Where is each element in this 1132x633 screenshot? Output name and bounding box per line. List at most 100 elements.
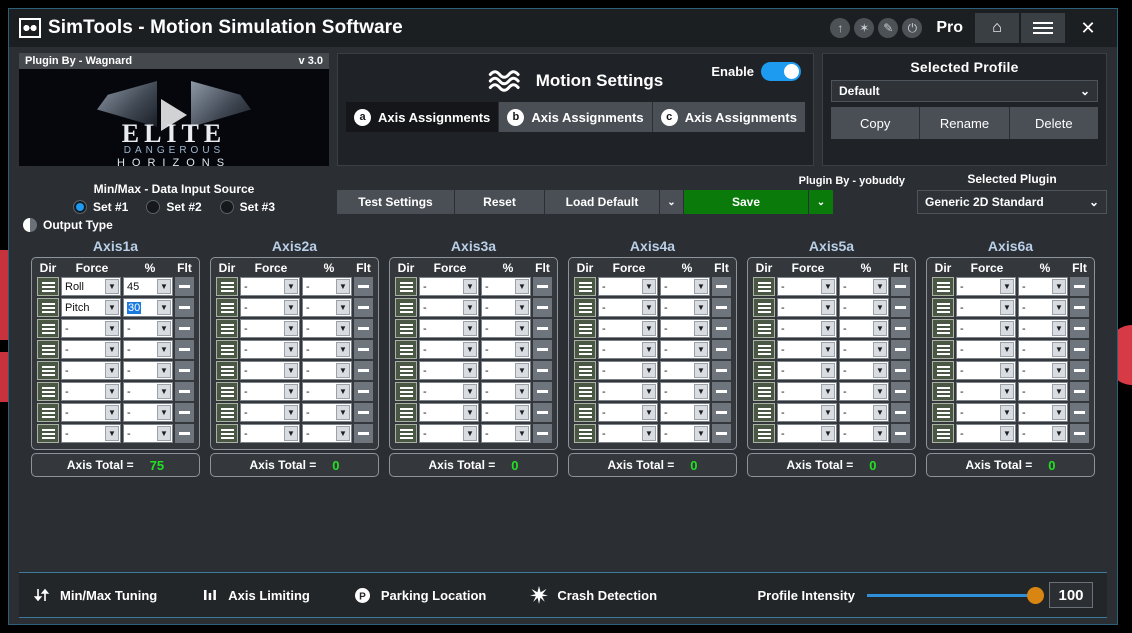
percent-select[interactable]: 45▼: [123, 277, 173, 296]
percent-select[interactable]: -▼: [839, 403, 889, 422]
filter-button[interactable]: [1070, 382, 1089, 401]
percent-chevron-down-icon[interactable]: ▼: [515, 321, 529, 336]
direction-toggle-icon[interactable]: [574, 403, 596, 422]
force-chevron-down-icon[interactable]: ▼: [105, 279, 119, 294]
percent-select[interactable]: -▼: [660, 319, 710, 338]
percent-select[interactable]: -▼: [839, 277, 889, 296]
force-chevron-down-icon[interactable]: ▼: [284, 321, 298, 336]
force-chevron-down-icon[interactable]: ▼: [642, 426, 656, 441]
filter-button[interactable]: [354, 319, 373, 338]
direction-toggle-icon[interactable]: [753, 424, 775, 443]
percent-chevron-down-icon[interactable]: ▼: [873, 342, 887, 357]
force-select[interactable]: -▼: [240, 403, 300, 422]
force-chevron-down-icon[interactable]: ▼: [463, 342, 477, 357]
force-chevron-down-icon[interactable]: ▼: [284, 300, 298, 315]
direction-toggle-icon[interactable]: [216, 403, 238, 422]
force-chevron-down-icon[interactable]: ▼: [642, 321, 656, 336]
percent-select[interactable]: -▼: [123, 361, 173, 380]
filter-button[interactable]: [712, 424, 731, 443]
percent-select[interactable]: -▼: [1018, 277, 1068, 296]
filter-button[interactable]: [354, 403, 373, 422]
filter-button[interactable]: [533, 382, 552, 401]
force-chevron-down-icon[interactable]: ▼: [642, 279, 656, 294]
filter-button[interactable]: [1070, 319, 1089, 338]
percent-chevron-down-icon[interactable]: ▼: [1052, 363, 1066, 378]
percent-chevron-down-icon[interactable]: ▼: [515, 279, 529, 294]
force-select[interactable]: -▼: [598, 298, 658, 317]
percent-select[interactable]: -▼: [302, 382, 352, 401]
percent-chevron-down-icon[interactable]: ▼: [694, 363, 708, 378]
percent-chevron-down-icon[interactable]: ▼: [515, 405, 529, 420]
percent-chevron-down-icon[interactable]: ▼: [694, 342, 708, 357]
force-chevron-down-icon[interactable]: ▼: [1000, 426, 1014, 441]
direction-toggle-icon[interactable]: [395, 340, 417, 359]
force-chevron-down-icon[interactable]: ▼: [821, 363, 835, 378]
direction-toggle-icon[interactable]: [37, 403, 59, 422]
pencil-icon[interactable]: ✎: [878, 18, 898, 38]
force-select[interactable]: -▼: [61, 340, 121, 359]
direction-toggle-icon[interactable]: [37, 298, 59, 317]
force-select[interactable]: -▼: [240, 298, 300, 317]
direction-toggle-icon[interactable]: [395, 424, 417, 443]
force-select[interactable]: -▼: [240, 319, 300, 338]
force-chevron-down-icon[interactable]: ▼: [284, 363, 298, 378]
load-default-button[interactable]: Load Default: [545, 190, 660, 214]
force-select[interactable]: -▼: [598, 277, 658, 296]
percent-select[interactable]: -▼: [839, 319, 889, 338]
direction-toggle-icon[interactable]: [216, 382, 238, 401]
direction-toggle-icon[interactable]: [574, 298, 596, 317]
percent-chevron-down-icon[interactable]: ▼: [873, 300, 887, 315]
percent-select[interactable]: -▼: [839, 298, 889, 317]
close-button[interactable]: ✕: [1067, 13, 1109, 43]
percent-chevron-down-icon[interactable]: ▼: [336, 405, 350, 420]
filter-button[interactable]: [891, 382, 910, 401]
force-select[interactable]: -▼: [240, 382, 300, 401]
force-select[interactable]: -▼: [419, 424, 479, 443]
direction-toggle-icon[interactable]: [37, 424, 59, 443]
force-chevron-down-icon[interactable]: ▼: [642, 300, 656, 315]
force-select[interactable]: -▼: [777, 424, 837, 443]
force-select[interactable]: -▼: [598, 403, 658, 422]
percent-select[interactable]: -▼: [1018, 340, 1068, 359]
force-select[interactable]: Roll▼: [61, 277, 121, 296]
force-chevron-down-icon[interactable]: ▼: [463, 300, 477, 315]
percent-chevron-down-icon[interactable]: ▼: [873, 405, 887, 420]
tab-axis-assignments-c[interactable]: c Axis Assignments: [653, 102, 805, 132]
force-select[interactable]: -▼: [956, 403, 1016, 422]
direction-toggle-icon[interactable]: [216, 424, 238, 443]
force-chevron-down-icon[interactable]: ▼: [1000, 279, 1014, 294]
crash-detection-button[interactable]: Crash Detection: [530, 586, 657, 604]
direction-toggle-icon[interactable]: [932, 319, 954, 338]
percent-select[interactable]: -▼: [302, 277, 352, 296]
percent-chevron-down-icon[interactable]: ▼: [694, 384, 708, 399]
force-chevron-down-icon[interactable]: ▼: [1000, 300, 1014, 315]
force-chevron-down-icon[interactable]: ▼: [1000, 321, 1014, 336]
percent-select[interactable]: -▼: [839, 424, 889, 443]
percent-select[interactable]: -▼: [481, 298, 531, 317]
direction-toggle-icon[interactable]: [37, 277, 59, 296]
force-select[interactable]: -▼: [61, 382, 121, 401]
direction-toggle-icon[interactable]: [574, 319, 596, 338]
filter-button[interactable]: [1070, 298, 1089, 317]
filter-button[interactable]: [891, 361, 910, 380]
force-select[interactable]: -▼: [419, 298, 479, 317]
tab-axis-assignments-b[interactable]: b Axis Assignments: [499, 102, 652, 132]
force-select[interactable]: -▼: [598, 424, 658, 443]
filter-button[interactable]: [712, 403, 731, 422]
power-plug-icon[interactable]: ⏻: [902, 18, 922, 38]
force-chevron-down-icon[interactable]: ▼: [463, 384, 477, 399]
radio-set-1[interactable]: Set #1: [73, 200, 128, 214]
force-chevron-down-icon[interactable]: ▼: [105, 405, 119, 420]
force-chevron-down-icon[interactable]: ▼: [105, 321, 119, 336]
percent-select[interactable]: -▼: [839, 340, 889, 359]
asterisk-icon[interactable]: ✶: [854, 18, 874, 38]
force-chevron-down-icon[interactable]: ▼: [284, 342, 298, 357]
direction-toggle-icon[interactable]: [37, 382, 59, 401]
percent-chevron-down-icon[interactable]: ▼: [515, 342, 529, 357]
filter-button[interactable]: [533, 277, 552, 296]
direction-toggle-icon[interactable]: [395, 277, 417, 296]
percent-chevron-down-icon[interactable]: ▼: [157, 300, 171, 315]
percent-chevron-down-icon[interactable]: ▼: [157, 342, 171, 357]
delete-profile-button[interactable]: Delete: [1010, 107, 1098, 139]
percent-chevron-down-icon[interactable]: ▼: [336, 321, 350, 336]
